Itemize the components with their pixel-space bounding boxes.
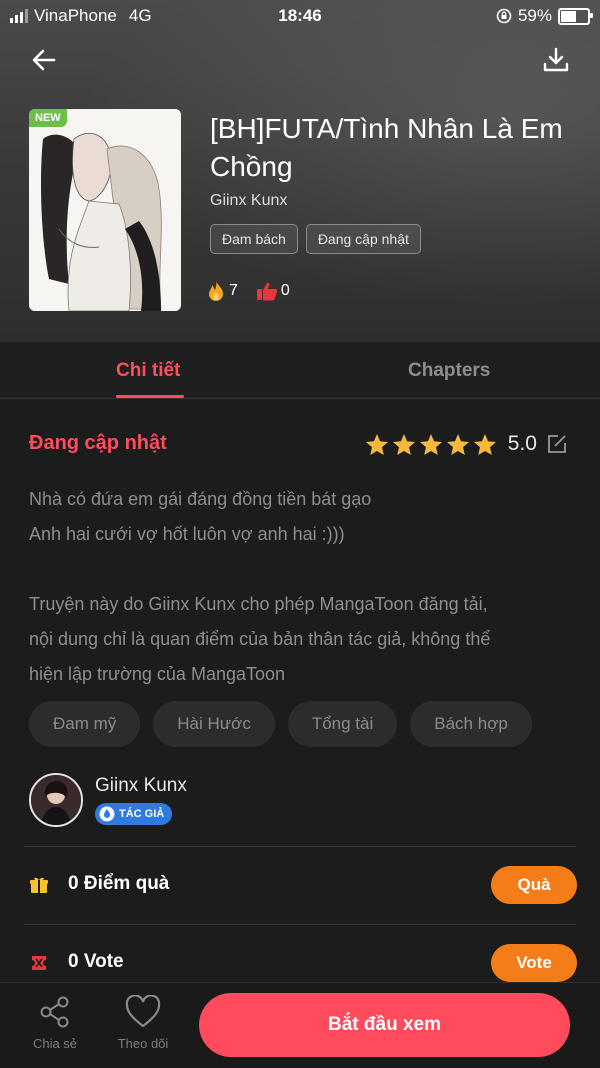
back-button[interactable] — [28, 44, 60, 76]
manga-tags: Đam bách Đang cập nhật — [210, 224, 421, 254]
description-line: hiện lập trường của MangaToon — [29, 664, 286, 684]
gift-points: 0 Điểm quà — [68, 873, 170, 894]
heart-icon — [125, 994, 161, 1028]
tag-genre[interactable]: Đam bách — [210, 224, 298, 254]
ticket-icon — [32, 956, 46, 970]
avatar[interactable] — [29, 773, 83, 827]
share-label: Chia sẻ — [32, 1036, 78, 1051]
divider — [24, 846, 576, 847]
genre-chip[interactable]: Hài Hước — [153, 701, 275, 747]
fire-icon — [209, 281, 223, 301]
vote-row: 0 Vote Vote — [29, 940, 577, 986]
bottom-action-bar: Chia sẻ Theo dõi Bắt đầu xem — [0, 982, 600, 1068]
reaction-counts: 7 0 — [206, 280, 290, 302]
avatar-image — [31, 775, 81, 825]
star-icon — [473, 433, 496, 455]
download-button[interactable] — [540, 44, 572, 76]
share-button[interactable]: Chia sẻ — [29, 995, 81, 1051]
author-badge-label: TÁC GIẢ — [119, 808, 165, 820]
fire-count: 7 — [206, 280, 238, 302]
description: Nhà có đứa em gái đáng đồng tiền bát gạo… — [29, 482, 574, 692]
gift-icon — [30, 877, 48, 893]
description-line: Truyện này do Giinx Kunx cho phép MangaT… — [29, 594, 488, 614]
start-reading-button[interactable]: Bắt đầu xem — [199, 993, 570, 1057]
download-icon — [543, 47, 569, 72]
tab-chapters[interactable]: Chapters — [408, 360, 490, 382]
manga-title: [BH]FUTA/Tình Nhân Là Em Chồng — [210, 113, 563, 182]
tab-details[interactable]: Chi tiết — [116, 360, 180, 382]
active-tab-indicator — [116, 395, 184, 398]
follow-label: Theo dõi — [117, 1036, 169, 1051]
manga-author[interactable]: Giinx Kunx — [210, 192, 287, 210]
like-count-value: 0 — [280, 282, 290, 299]
rating: 5.0 — [365, 432, 568, 456]
update-status: Đang cập nhật — [29, 432, 167, 454]
gift-button[interactable]: Quà — [491, 866, 577, 904]
new-badge: NEW — [29, 109, 67, 127]
cover-illustration — [29, 109, 181, 311]
rating-value: 5.0 — [507, 432, 537, 455]
rotation-lock-icon — [496, 8, 512, 24]
genre-chip[interactable]: Bách hợp — [410, 701, 532, 747]
description-line — [29, 552, 574, 587]
arrow-left-icon — [32, 49, 56, 71]
genre-chip[interactable]: Đam mỹ — [29, 701, 141, 747]
author-badge-icon — [99, 806, 115, 822]
share-icon — [40, 996, 69, 1028]
genre-list: Đam mỹ Hài Hước Tổng tài Bách hợp — [29, 701, 532, 747]
cover-image[interactable]: NEW — [29, 109, 181, 311]
like-count: 0 — [256, 281, 290, 301]
vote-count: 0 Vote — [68, 951, 124, 972]
description-line: nội dung chỉ là quan điểm của bản thân t… — [29, 629, 491, 649]
status-bar: VinaPhone 4G 18:46 59% — [0, 0, 600, 32]
battery-icon — [558, 7, 593, 25]
gift-row: 0 Điểm quà Quà — [29, 862, 577, 908]
description-line: Anh hai cưới vợ hốt luôn vợ anh hai :))) — [29, 524, 345, 544]
star-icon — [365, 433, 388, 455]
battery-percent: 59% — [517, 6, 552, 25]
tag-status[interactable]: Đang cập nhật — [305, 224, 421, 254]
fire-count-value: 7 — [229, 282, 238, 299]
author-name[interactable]: Giinx Kunx — [95, 775, 187, 797]
edit-rating-icon[interactable] — [546, 433, 568, 455]
star-icon — [446, 433, 469, 455]
divider — [24, 924, 576, 925]
star-icon — [419, 433, 442, 455]
author-badge: TÁC GIẢ — [95, 803, 173, 825]
tab-bar: Chi tiết Chapters — [0, 342, 600, 399]
star-icon — [392, 433, 415, 455]
genre-chip[interactable]: Tổng tài — [287, 701, 398, 747]
vote-button[interactable]: Vote — [491, 944, 577, 982]
description-line: Nhà có đứa em gái đáng đồng tiền bát gạo — [29, 489, 372, 509]
follow-button[interactable]: Theo dõi — [112, 994, 174, 1051]
thumbs-up-icon — [256, 282, 278, 301]
